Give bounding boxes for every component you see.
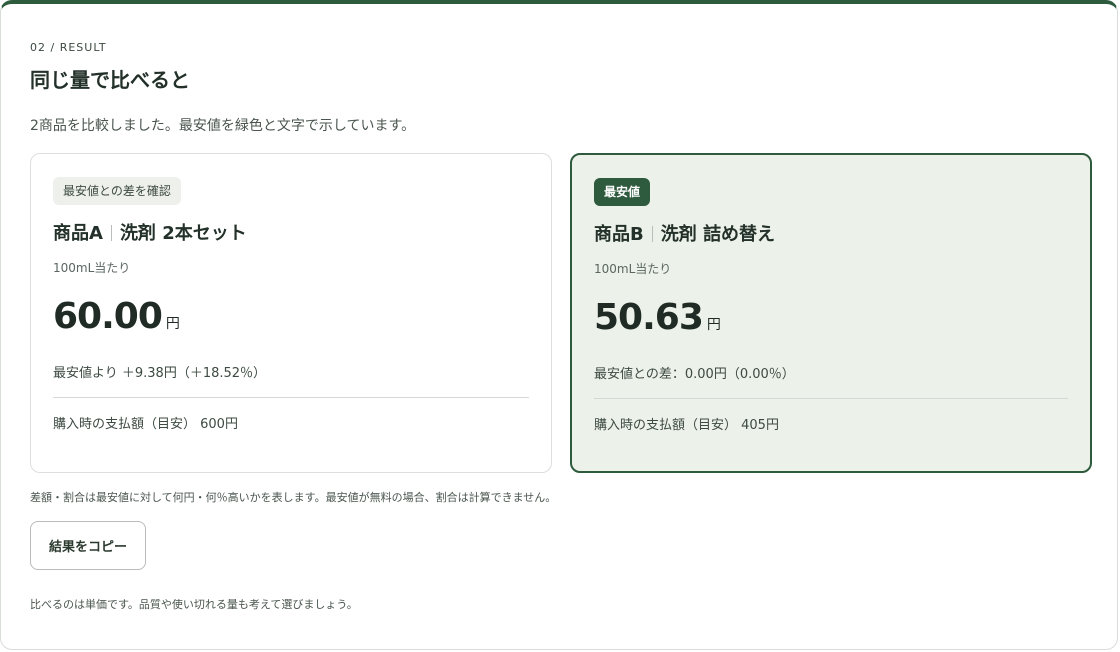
product-detail: 洗剤 2本セット [119,223,247,244]
calculation-note: 差額・割合は最安値に対して何円・何％高いかを表します。最安値が無料の場合、割合は… [30,491,557,504]
section-intro: 2商品を比較しました。最安値を緑色と文字で示しています。 [30,118,416,134]
section-eyebrow: 02 / RESULT [30,41,107,54]
product-name: 商品B 洗剤 詰め替え [594,220,775,246]
divider [594,398,1068,399]
name-separator [651,226,653,242]
cheapest-badge: 最安値 [594,178,651,206]
status-badge: 最安値との差を確認 [53,177,181,205]
footer-note: 比べるのは単価です。品質や使い切れる量も考えて選びましょう。 [30,598,358,611]
payment-total: 購入時の支払額（目安） 405円 [594,418,779,433]
payment-total: 購入時の支払額（目安） 600円 [53,417,238,432]
product-label: 商品A [53,223,103,244]
unit-price-value: 60.00 [53,296,163,337]
currency-label: 円 [165,316,180,332]
per-unit-label: 100mL当たり [594,262,672,276]
price-difference: 最安値より ＋9.38円（＋18.52％） [53,366,267,381]
product-label: 商品B [594,224,644,245]
product-name: 商品A 洗剤 2本セット [53,219,247,245]
divider [53,397,529,398]
product-card-a: 最安値との差を確認 商品A 洗剤 2本セット 100mL当たり 60.00 円 最安… [30,153,552,473]
product-card-b-cheapest: 最安値 商品B 洗剤 詰め替え 100mL当たり 50.63 円 最安値との差：0.… [570,153,1092,473]
unit-price-value: 50.63 [594,297,704,338]
name-separator [110,225,112,241]
price-difference: 最安値との差：0.00円（0.00％） [594,367,795,382]
copy-result-button[interactable]: 結果をコピー [30,521,146,570]
product-detail: 洗剤 詰め替え [660,224,776,245]
result-panel: 02 / RESULT 同じ量で比べると 2商品を比較しました。最安値を緑色と文… [0,0,1118,650]
section-title: 同じ量で比べると [30,68,190,92]
currency-label: 円 [706,317,721,333]
unit-price: 60.00 円 [53,296,180,337]
unit-price: 50.63 円 [594,297,721,338]
per-unit-label: 100mL当たり [53,261,131,275]
